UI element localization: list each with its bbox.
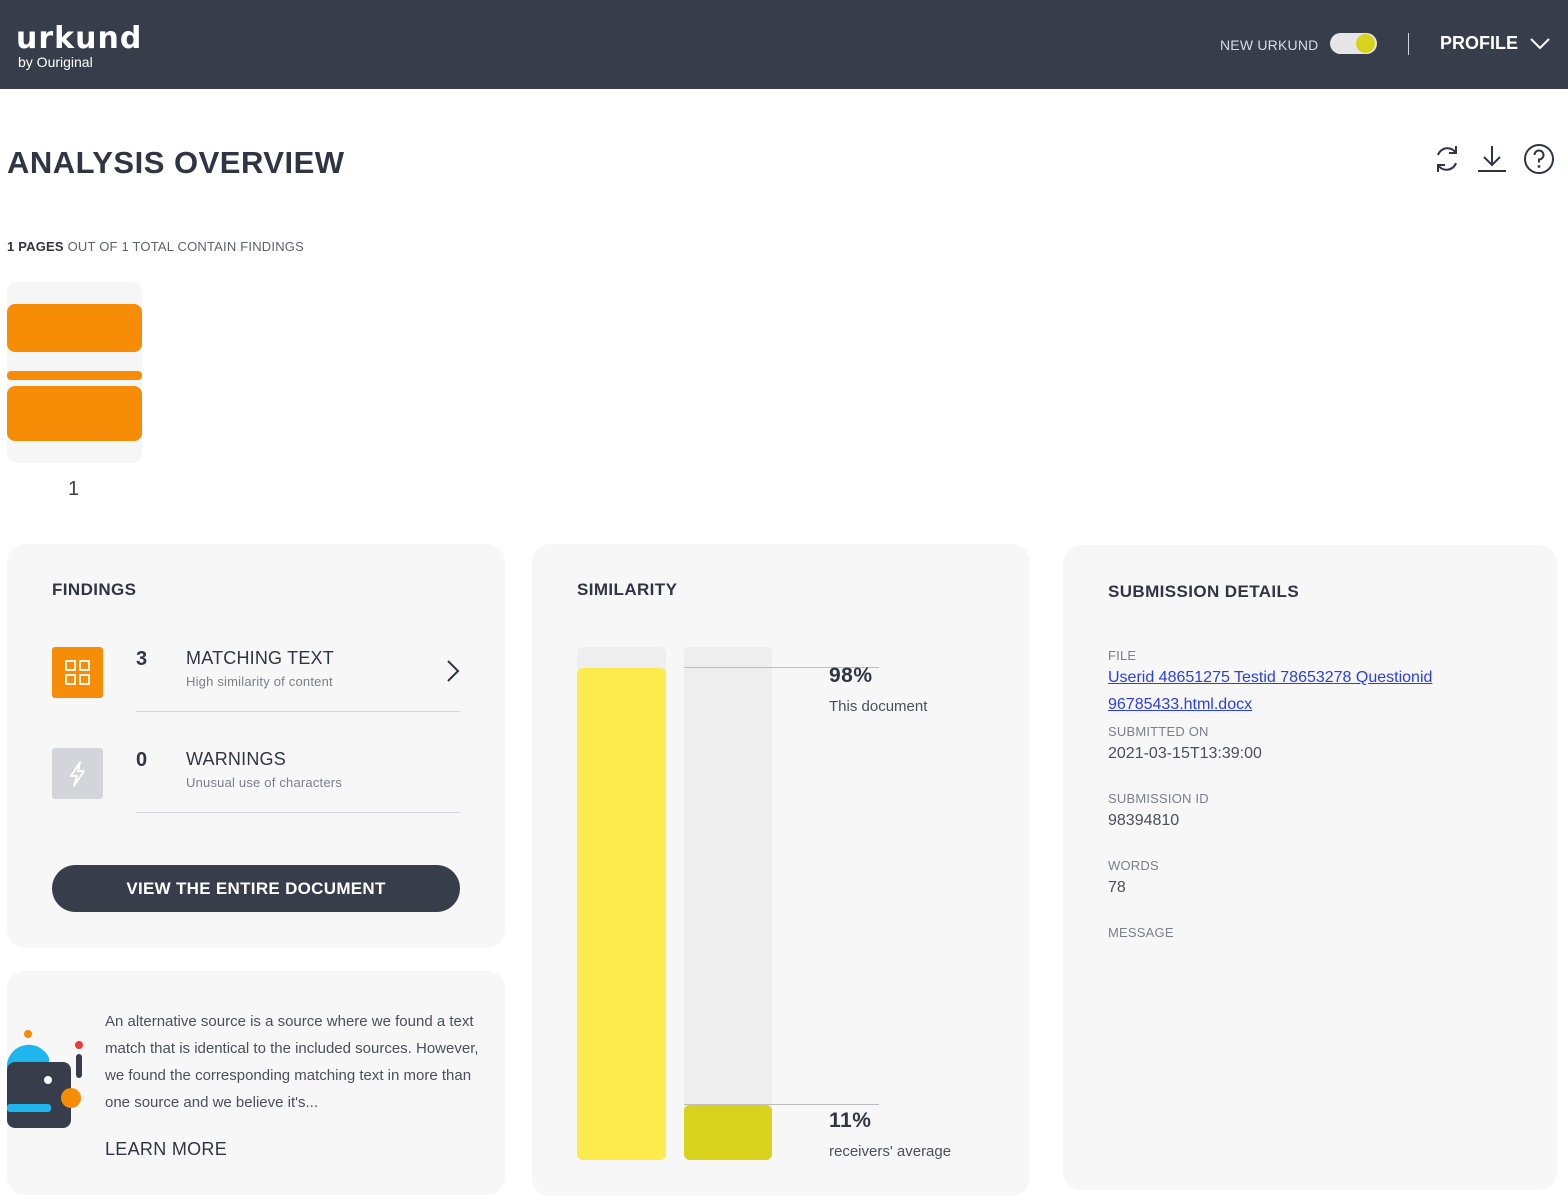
thumbnail-match-block	[7, 304, 142, 352]
help-icon[interactable]	[1522, 142, 1556, 176]
message-label: MESSAGE	[1108, 925, 1174, 940]
new-urkund-toggle[interactable]	[1330, 33, 1377, 54]
submission-id-label: SUBMISSION ID	[1108, 791, 1209, 806]
pages-count: 1 PAGES	[7, 239, 64, 254]
grid-icon	[52, 647, 103, 698]
learn-more-link[interactable]: LEARN MORE	[105, 1139, 227, 1160]
pages-summary: 1 PAGES OUT OF 1 TOTAL CONTAIN FINDINGS	[7, 239, 304, 254]
submitted-on-label: SUBMITTED ON	[1108, 724, 1209, 739]
download-icon[interactable]	[1475, 142, 1509, 176]
average-reference-line	[684, 1104, 879, 1105]
urkund-logo[interactable]: urkund by Ouriginal	[16, 21, 143, 70]
thumbnail-page-number: 1	[68, 478, 80, 500]
logo-subtext: by Ouriginal	[18, 54, 93, 70]
submission-id-value: 98394810	[1108, 812, 1180, 829]
findings-divider	[136, 812, 460, 813]
document-similarity-percent: 98%	[829, 664, 873, 687]
toggle-knob	[1356, 34, 1375, 53]
lightning-icon	[52, 748, 103, 799]
view-entire-document-button[interactable]: VIEW THE ENTIRE DOCUMENT	[52, 865, 460, 912]
average-similarity-percent: 11%	[829, 1109, 872, 1132]
profile-menu[interactable]: PROFILE	[1440, 33, 1551, 54]
page-thumbnail[interactable]	[7, 282, 142, 463]
logo-text: urkund	[16, 21, 143, 56]
average-bar-track	[684, 647, 772, 1160]
chevron-right-icon[interactable]	[444, 658, 462, 684]
matching-text-count: 3	[136, 648, 148, 670]
robot-illustration-icon	[7, 1030, 83, 1128]
document-similarity-label: This document	[829, 698, 928, 715]
header-divider	[1408, 33, 1409, 55]
profile-label: PROFILE	[1440, 33, 1519, 53]
words-value: 78	[1108, 879, 1126, 896]
page-title: ANALYSIS OVERVIEW	[7, 145, 345, 180]
matching-text-subtitle: High similarity of content	[186, 674, 333, 689]
average-similarity-bar	[684, 1105, 772, 1160]
pages-summary-rest: OUT OF 1 TOTAL CONTAIN FINDINGS	[63, 239, 304, 254]
file-link[interactable]: Userid 48651275 Testid 78653278 Question…	[1108, 664, 1468, 718]
submission-details-title: SUBMISSION DETAILS	[1108, 582, 1300, 601]
words-label: WORDS	[1108, 858, 1159, 873]
findings-divider	[136, 711, 460, 712]
document-similarity-bar	[577, 668, 666, 1160]
top-bar: urkund by Ouriginal NEW URKUND PROFILE	[0, 0, 1568, 89]
new-urkund-label: NEW URKUND	[1220, 37, 1319, 53]
average-similarity-label: receivers' average	[829, 1143, 952, 1160]
findings-title: FINDINGS	[52, 580, 137, 599]
submitted-on-value: 2021-03-15T13:39:00	[1108, 745, 1262, 762]
thumbnail-match-block	[7, 386, 142, 441]
refresh-icon[interactable]	[1430, 142, 1464, 176]
warnings-count: 0	[136, 749, 148, 771]
alternative-source-text: An alternative source is a source where …	[105, 1013, 479, 1111]
warnings-title: WARNINGS	[186, 749, 286, 769]
matching-text-title[interactable]: MATCHING TEXT	[186, 648, 334, 669]
thumbnail-match-block	[7, 371, 142, 380]
chevron-down-icon	[1530, 37, 1550, 49]
similarity-title: SIMILARITY	[577, 580, 678, 599]
file-label: FILE	[1108, 648, 1137, 663]
warnings-subtitle: Unusual use of characters	[186, 775, 343, 790]
